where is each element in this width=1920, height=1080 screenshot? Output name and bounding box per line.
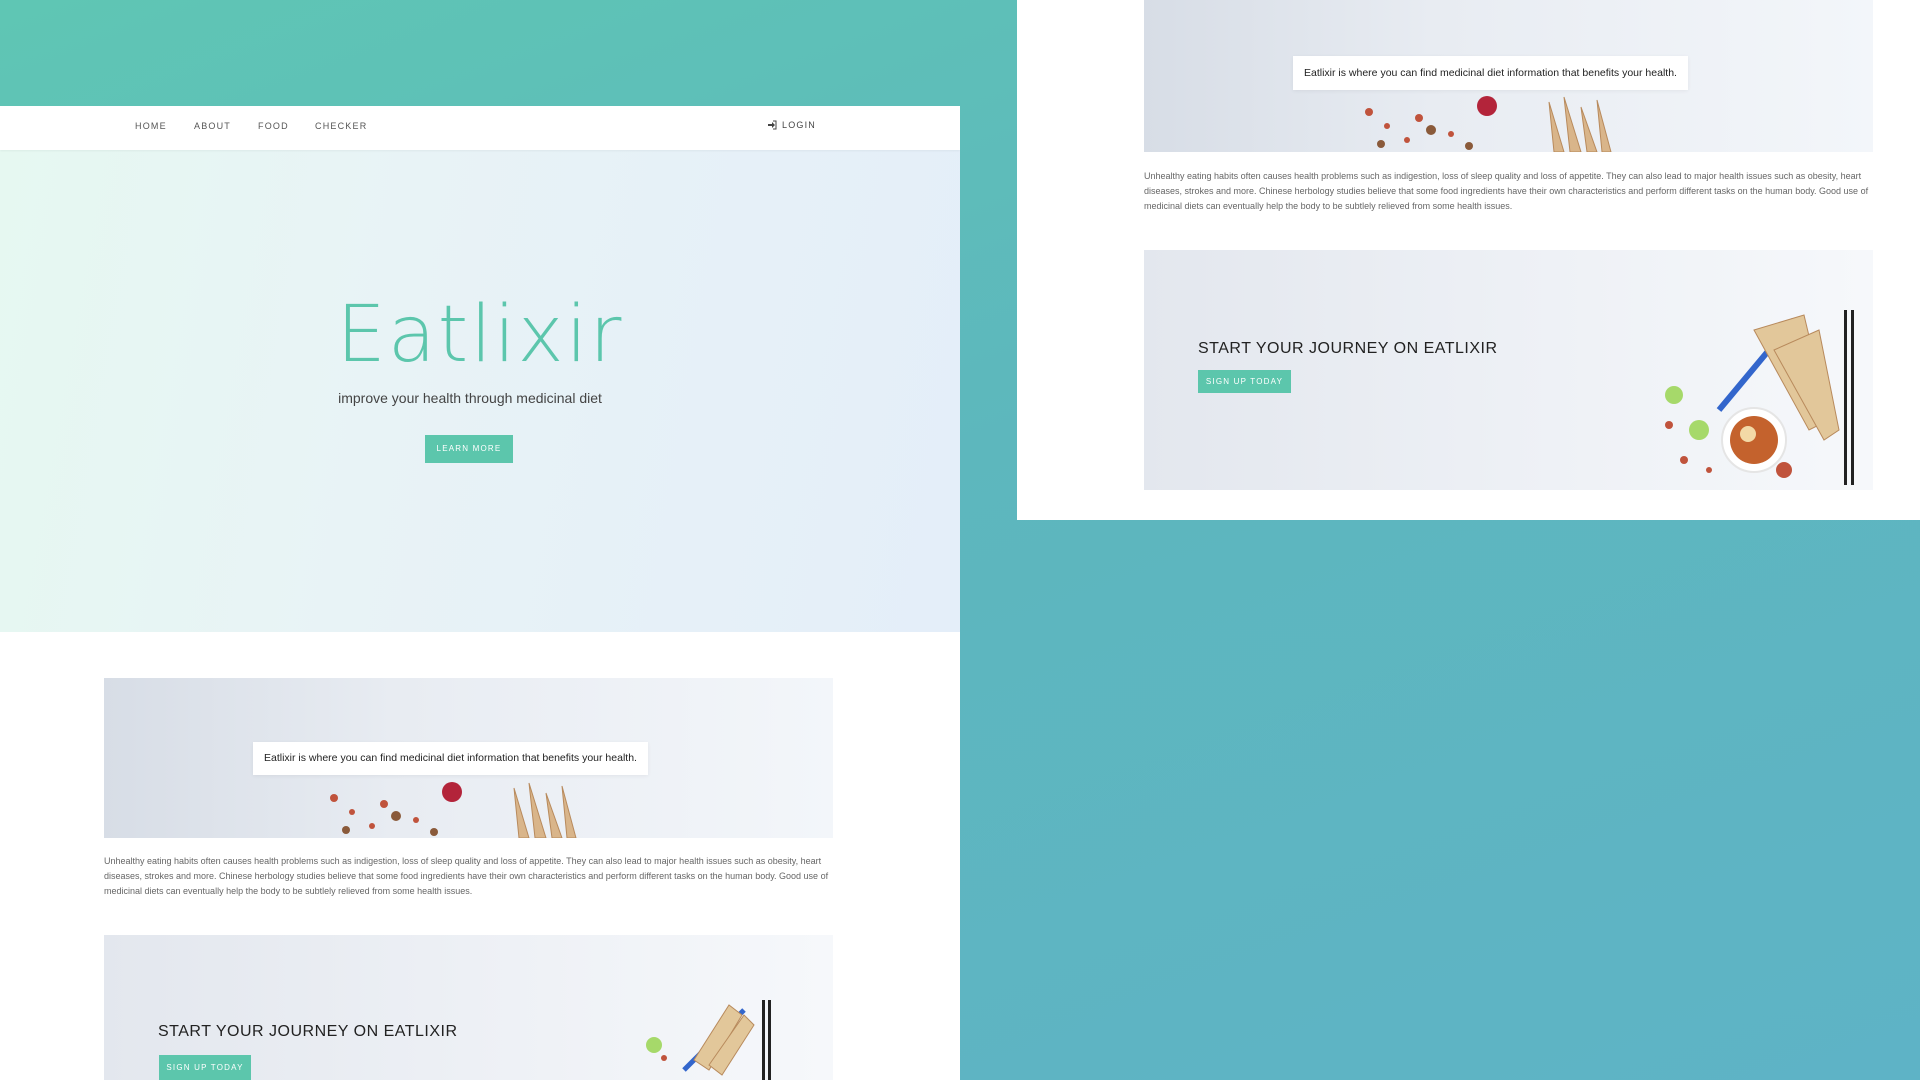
intro-banner: Eatlixir is where you can find medicinal… (104, 678, 833, 838)
intro-banner-label: Eatlixir is where you can find medicinal… (253, 742, 648, 775)
nav-about[interactable]: ABOUT (194, 121, 231, 131)
herbs-illustration (330, 782, 577, 838)
nav-checker[interactable]: CHECKER (315, 121, 367, 131)
cta-banner-secondary: START YOUR JOURNEY ON EATLIXIR SIGN UP T… (1144, 250, 1873, 490)
intro-banner-secondary: Eatlixir is where you can find medicinal… (1144, 0, 1873, 152)
herbs-chopsticks-illustration (1665, 310, 1854, 485)
intro-banner-label-secondary: Eatlixir is where you can find medicinal… (1293, 56, 1688, 90)
herbs-illustration (1365, 96, 1612, 152)
hero-title: Eatlixir (336, 290, 624, 380)
login-label: LOGIN (782, 120, 817, 130)
login-link[interactable]: LOGIN (767, 120, 816, 130)
sign-up-button[interactable]: SIGN UP TODAY (159, 1055, 251, 1080)
nav-food[interactable]: FOOD (258, 121, 289, 131)
herbs-chopsticks-illustration (646, 1000, 771, 1080)
description-text-secondary: Unhealthy eating habits often causes hea… (1144, 171, 1869, 211)
cta-banner: START YOUR JOURNEY ON EATLIXIR SIGN UP T… (104, 935, 833, 1080)
homepage-screenshot-secondary: Eatlixir is where you can find medicinal… (1017, 0, 1920, 520)
cta-title-secondary: START YOUR JOURNEY ON EATLIXIR (1198, 340, 1498, 357)
navbar: HOME ABOUT FOOD CHECKER LOGIN (0, 106, 960, 150)
learn-more-button[interactable]: LEARN MORE (425, 435, 513, 463)
sign-in-icon (768, 120, 777, 130)
cta-title: START YOUR JOURNEY ON EATLIXIR (158, 1023, 458, 1040)
nav-home[interactable]: HOME (135, 121, 167, 131)
sign-up-button-secondary[interactable]: SIGN UP TODAY (1198, 370, 1291, 393)
description-text: Unhealthy eating habits often causes hea… (104, 856, 829, 896)
hero-subtitle: improve your health through medicinal di… (338, 390, 602, 406)
homepage-screenshot-main: HOME ABOUT FOOD CHECKER LOGIN Eatlixir i… (0, 106, 960, 1080)
hero-section: Eatlixir improve your health through med… (0, 150, 960, 632)
